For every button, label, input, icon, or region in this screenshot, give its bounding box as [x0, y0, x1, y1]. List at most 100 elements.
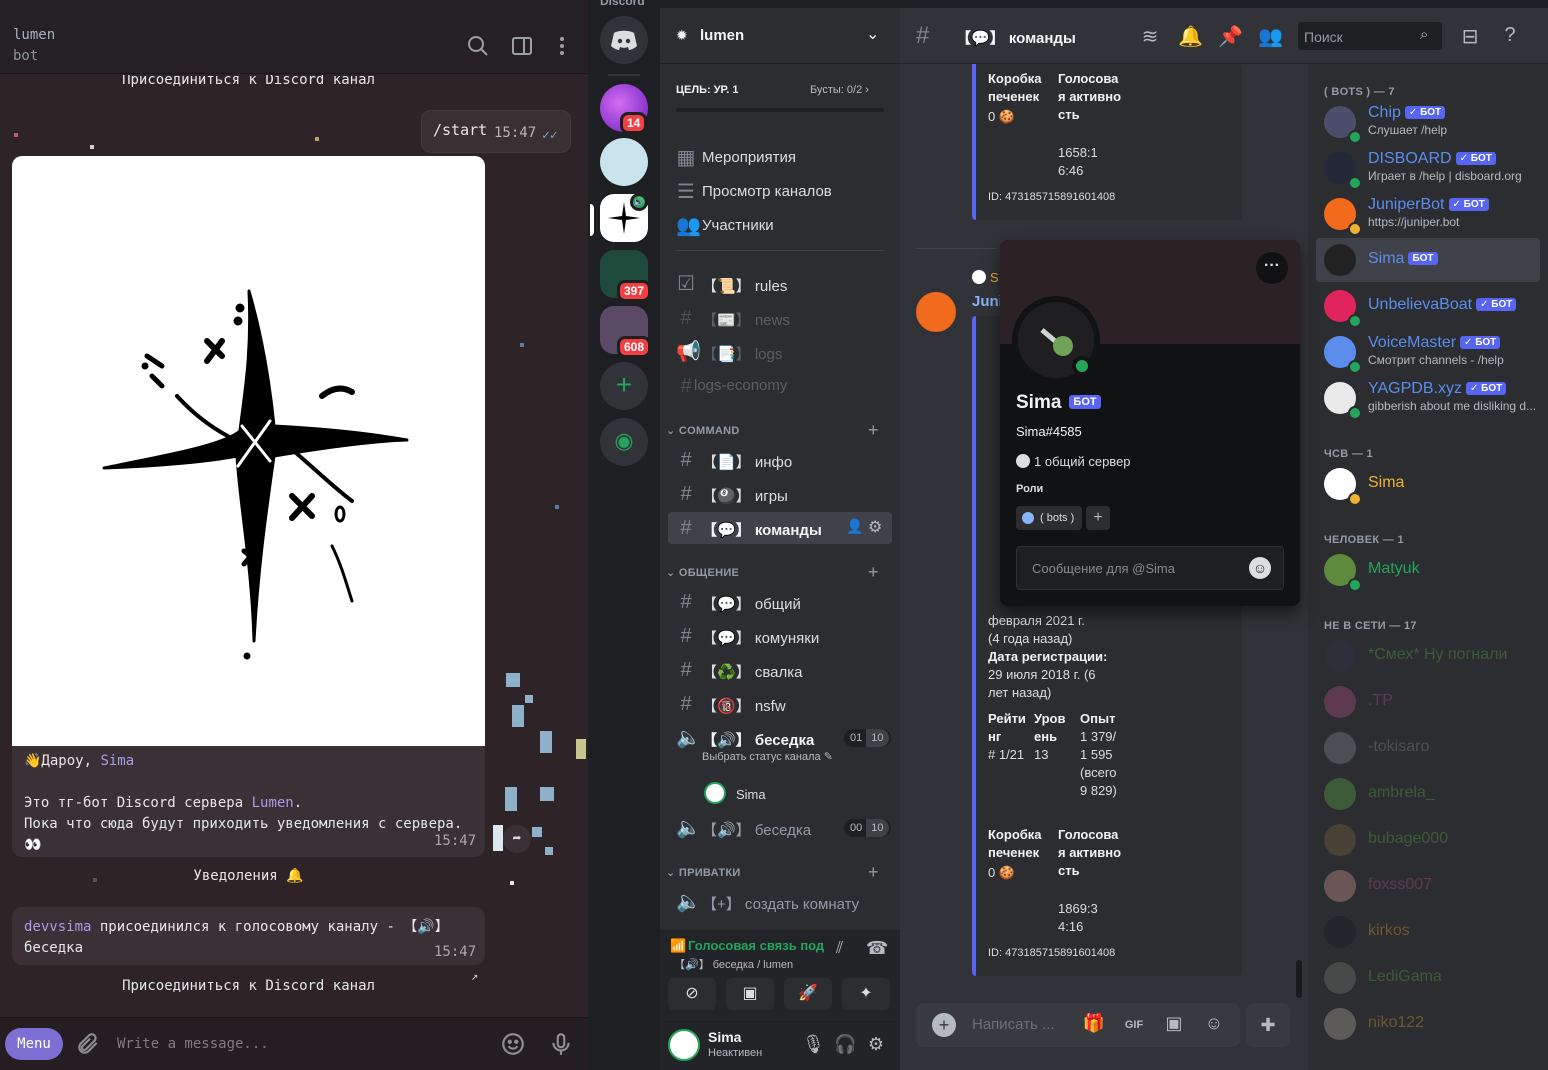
message-author[interactable]: Juni — [972, 293, 1003, 310]
more-vertical-icon[interactable] — [550, 34, 574, 58]
category-general[interactable]: ⌄ ОБЩЕНИЕ + — [666, 562, 879, 582]
gift-icon[interactable]: 🎁 — [1082, 1013, 1106, 1037]
voice-user[interactable]: devvsima — [24, 919, 91, 935]
voice-channel-besedka-2[interactable]: 🔈 【🔊】 беседка 00 10 — [668, 812, 892, 844]
channel-create-room[interactable]: 🔈 【+】 создать комнату — [668, 886, 892, 918]
nav-members[interactable]: 👥 Участники — [668, 210, 892, 242]
microphone-icon[interactable] — [548, 1031, 574, 1057]
member-offline[interactable]: niko122 — [1316, 1002, 1540, 1046]
user-avatar[interactable] — [668, 1029, 700, 1061]
user-settings-icon[interactable]: ⚙ — [866, 1034, 886, 1054]
add-channel-icon[interactable]: + — [868, 862, 879, 883]
voice-member-sima[interactable]: Sima — [704, 778, 884, 808]
message-composer[interactable]: + Написать ... 🎁 GIF ▣ ☺ — [916, 1003, 1240, 1047]
server-link[interactable]: Lumen — [252, 795, 294, 811]
discover-icon[interactable]: ◉ — [600, 418, 648, 466]
member-offline[interactable]: kirkos — [1316, 910, 1540, 954]
category-private[interactable]: ⌄ ПРИВАТКИ + — [666, 862, 879, 882]
composer-input[interactable]: Написать ... — [972, 1016, 1055, 1033]
channel-komunyaki[interactable]: # 【💬】 комуняки — [668, 620, 892, 652]
soundboard-button[interactable]: ✦ — [842, 978, 890, 1010]
chat-title[interactable]: lumen — [13, 27, 55, 43]
add-channel-icon[interactable]: + — [868, 562, 879, 583]
join-discord-button[interactable]: Присоединиться к Discord канал — [12, 978, 485, 1008]
member-offline[interactable]: ambrela_ — [1316, 772, 1540, 816]
voice-connected-status[interactable]: Голосовая связь под — [688, 938, 824, 953]
channel-nsfw[interactable]: # 【🔞】 nsfw — [668, 688, 892, 720]
headphones-icon[interactable]: 🎧 — [834, 1034, 856, 1054]
member-sima-csv[interactable]: Sima — [1316, 462, 1540, 506]
settings-gear-icon[interactable]: ⚙ — [868, 517, 882, 537]
channel-news[interactable]: # 【📰】 news — [668, 302, 892, 334]
server-header[interactable]: ✹ lumen ⌄ — [660, 8, 900, 64]
emoji-icon[interactable]: ☺ — [1202, 1013, 1226, 1037]
add-server-button[interactable]: + — [600, 362, 648, 410]
member-unbelievaboat[interactable]: UnbelievaBoat ✓ БОТ — [1316, 284, 1540, 328]
gif-icon[interactable]: GIF — [1122, 1013, 1146, 1037]
noise-suppression-icon[interactable]: ⫽ — [836, 940, 843, 958]
category-command[interactable]: ⌄ COMMAND + — [666, 420, 879, 440]
emoji-icon[interactable] — [500, 1031, 526, 1057]
apps-icon[interactable]: ✚ — [1246, 1003, 1290, 1047]
sparkle-image[interactable] — [12, 156, 485, 746]
notification-bell-icon[interactable]: 🔔 — [1178, 24, 1203, 48]
mutual-servers[interactable]: 1 общий сервер — [1016, 454, 1131, 469]
member-voicemaster[interactable]: VoiceMaster ✓ БОТ Смотрит channels - /help — [1316, 330, 1540, 374]
member-sima[interactable]: Sima БОТ — [1316, 238, 1540, 282]
menu-button[interactable]: Menu — [5, 1028, 63, 1060]
voice-channel-path[interactable]: 【🔊】 беседка / lumen — [674, 956, 793, 972]
add-role-button[interactable]: + — [1086, 506, 1110, 530]
voice-join-message[interactable]: devvsima присоединился к голосовому кана… — [12, 907, 485, 965]
member-disboard[interactable]: DISBOARD ✓ БОТ Играет в /help | disboard.o… — [1316, 146, 1540, 190]
role-bots[interactable]: ( bots ) — [1016, 506, 1083, 530]
microphone-icon[interactable]: 🎙 — [802, 1034, 825, 1054]
member-offline[interactable]: *Смех* Ну погнали — [1316, 634, 1540, 678]
inbox-icon[interactable]: ⊟ — [1458, 24, 1482, 48]
nav-events[interactable]: ▦ Мероприятия — [668, 142, 892, 174]
outgoing-message[interactable]: /start 15:47 ✓✓ — [421, 110, 571, 153]
nav-browse-channels[interactable]: ☰ Просмотр каналов — [668, 176, 892, 208]
set-channel-status[interactable]: Выбрать статус канала ✎ — [702, 750, 833, 763]
more-options-button[interactable]: ··· — [1256, 252, 1288, 284]
member-juniperbot[interactable]: JuniperBot ✓ БОТ https://juniper.bot — [1316, 192, 1540, 236]
channel-logs[interactable]: 📢 【📑】 logs — [668, 336, 892, 368]
direct-message-input[interactable]: Сообщение для @Sima ☺ — [1016, 546, 1284, 590]
search-icon[interactable] — [466, 34, 490, 58]
help-icon[interactable]: ? — [1498, 24, 1522, 48]
attach-icon[interactable] — [75, 1031, 101, 1057]
camera-button[interactable]: ⊘ — [668, 978, 716, 1010]
member-list-icon[interactable]: 👥 — [1258, 24, 1283, 48]
channel-commands[interactable]: # 【💬】 команды 👤 ⚙ — [668, 512, 892, 544]
channel-svalka[interactable]: # 【♻️】 свалка — [668, 654, 892, 686]
forward-icon[interactable]: ➦ — [503, 825, 531, 853]
member-offline[interactable]: foxss007 — [1316, 864, 1540, 908]
member-matyuk[interactable]: Matyuk — [1316, 548, 1540, 592]
activity-button[interactable]: 🚀 — [784, 978, 832, 1010]
invite-icon[interactable]: 👤 — [846, 518, 863, 535]
member-offline[interactable]: bubage000 — [1316, 818, 1540, 862]
sidebar-toggle-icon[interactable] — [510, 34, 534, 58]
channel-rules[interactable]: ☑ 【📜】 rules — [668, 268, 892, 300]
emoji-icon[interactable]: ☺ — [1249, 557, 1271, 579]
add-attachment-icon[interactable]: + — [932, 1013, 956, 1037]
juniperbot-avatar[interactable] — [916, 292, 956, 332]
pin-icon[interactable]: 📌 — [1218, 24, 1243, 48]
user-name[interactable]: Sima — [708, 1029, 741, 1045]
home-button[interactable] — [600, 16, 648, 64]
channel-games[interactable]: # 【🎱】 игры — [668, 478, 892, 510]
member-offline[interactable]: LediGama — [1316, 956, 1540, 1000]
screen-share-button[interactable]: ▣ — [726, 978, 774, 1010]
add-channel-icon[interactable]: + — [868, 420, 879, 441]
channel-logs-economy[interactable]: # logs-economy — [668, 370, 892, 402]
member-chip[interactable]: Chip ✓ БОТ Слушает /help — [1316, 100, 1540, 144]
member-offline[interactable]: -tokisaro — [1316, 726, 1540, 770]
server-icon-anime[interactable] — [600, 138, 648, 186]
reply-author[interactable]: S — [990, 270, 999, 285]
sticker-icon[interactable]: ▣ — [1162, 1013, 1186, 1037]
threads-icon[interactable]: ≋ — [1138, 24, 1162, 48]
welcome-message[interactable]: 👋Дароу, Sima Это тг-бот Discord сервера … — [12, 156, 485, 857]
member-offline[interactable]: .TP — [1316, 680, 1540, 724]
search-input[interactable]: Поиск ⌕ — [1298, 22, 1442, 50]
member-yagpdb[interactable]: YAGPDB.xyz ✓ БОТ gibberish about me dislik… — [1316, 376, 1540, 420]
message-input[interactable]: Write a message... — [117, 1036, 269, 1052]
